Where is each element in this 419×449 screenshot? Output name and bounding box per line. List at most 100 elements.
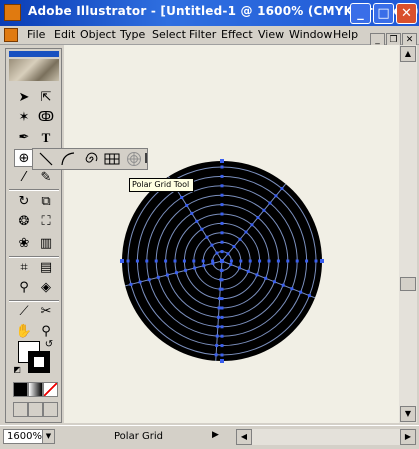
- stroke-swatch-inner: [34, 357, 44, 367]
- standard-screen-mode-button[interactable]: [13, 402, 28, 417]
- blend-tool-icon[interactable]: ◈: [36, 279, 56, 297]
- rotate-tool-icon[interactable]: ↻: [14, 193, 34, 211]
- symbol-sprayer-tool-icon[interactable]: ❀: [14, 235, 34, 253]
- vertical-scrollbar[interactable]: ▲ ▼: [399, 45, 417, 423]
- polar-grid-tool-icon[interactable]: [125, 151, 143, 167]
- eyedropper-tool-icon[interactable]: ⚲: [14, 279, 34, 297]
- anchor-point: [185, 203, 189, 207]
- zoom-dropdown-icon[interactable]: ▼: [42, 430, 54, 443]
- scale-tool-icon[interactable]: ⧉: [36, 193, 56, 211]
- gradient-mode-button[interactable]: [28, 382, 43, 397]
- polar-grid-artwork[interactable]: [64, 45, 399, 423]
- anchor-point: [274, 194, 278, 198]
- anchor-point: [220, 165, 224, 169]
- menu-filter[interactable]: Filter: [189, 28, 216, 41]
- swap-fill-stroke-icon[interactable]: ↺: [43, 339, 55, 351]
- full-screen-menu-mode-button[interactable]: [28, 402, 43, 417]
- paintbrush-tool-icon[interactable]: ⁄: [14, 169, 34, 187]
- maximize-button[interactable]: □: [373, 3, 394, 24]
- default-colors-icon[interactable]: ◩: [12, 365, 22, 375]
- anchor-point: [226, 252, 230, 256]
- menu-object[interactable]: Object: [80, 28, 116, 41]
- anchor-point: [220, 359, 224, 363]
- polar-grid-tool-icon[interactable]: ⊕: [14, 149, 34, 167]
- mesh-tool-icon[interactable]: ⌗: [14, 259, 34, 277]
- status-menu-arrow-icon[interactable]: ▶: [212, 430, 219, 440]
- vertical-scroll-thumb[interactable]: [400, 277, 416, 291]
- slice-tool-icon[interactable]: ⟋: [14, 303, 34, 321]
- warp-tool-icon[interactable]: ❂: [14, 213, 34, 231]
- anchor-point: [135, 259, 139, 263]
- anchor-point: [237, 266, 241, 270]
- menu-effect[interactable]: Effect: [221, 28, 253, 41]
- type-tool-icon[interactable]: T: [36, 129, 56, 147]
- horizontal-scrollbar[interactable]: ◀ ▶: [236, 429, 416, 445]
- anchor-point: [239, 259, 243, 263]
- scroll-up-button[interactable]: ▲: [400, 46, 416, 62]
- lasso-tool-icon[interactable]: ↂ: [36, 109, 56, 127]
- anchor-point: [138, 280, 142, 284]
- menu-help[interactable]: Help: [333, 28, 358, 41]
- full-screen-mode-button[interactable]: [43, 402, 58, 417]
- magic-wand-tool-icon[interactable]: ✶: [14, 109, 34, 127]
- zoom-level-field[interactable]: 1600% ▼: [3, 429, 55, 444]
- illustrator-app-icon[interactable]: [4, 4, 21, 21]
- anchor-point: [200, 227, 204, 231]
- close-button[interactable]: ✕: [396, 3, 417, 24]
- color-mode-button[interactable]: [13, 382, 28, 397]
- anchor-point: [220, 250, 224, 254]
- selection-tool-icon[interactable]: ➤: [14, 89, 34, 107]
- document-icon[interactable]: [4, 28, 18, 42]
- menu-window[interactable]: Window: [289, 28, 332, 41]
- zoom-level-value: 1600%: [7, 431, 42, 442]
- menu-view[interactable]: View: [258, 28, 284, 41]
- spiral-tool-icon[interactable]: [81, 151, 99, 167]
- toolbox-divider: [9, 189, 59, 191]
- anchor-point: [250, 223, 254, 227]
- arc-tool-icon[interactable]: [59, 151, 77, 167]
- toolbox-divider: [9, 256, 59, 258]
- stroke-swatch[interactable]: [28, 351, 50, 373]
- scroll-down-button[interactable]: ▼: [400, 406, 416, 422]
- free-transform-tool-icon[interactable]: ⛶: [36, 213, 56, 231]
- anchor-point: [299, 290, 303, 294]
- toolbox-header[interactable]: [9, 51, 59, 57]
- anchor-point: [267, 259, 271, 263]
- anchor-point: [307, 294, 311, 298]
- anchor-point: [219, 278, 223, 282]
- scroll-right-button[interactable]: ▶: [400, 429, 416, 445]
- scissors-tool-icon[interactable]: ✂: [36, 303, 56, 321]
- status-bar: 1600% ▼ Polar Grid ▶ ◀ ▶: [0, 425, 419, 449]
- anchor-point: [216, 315, 220, 319]
- anchor-point: [272, 280, 276, 284]
- line-segment-tool-icon[interactable]: [37, 151, 55, 167]
- minimize-button[interactable]: _: [350, 3, 371, 24]
- gradient-tool-icon[interactable]: ▤: [36, 259, 56, 277]
- menu-edit[interactable]: Edit: [54, 28, 75, 41]
- menu-select[interactable]: Select: [152, 28, 186, 41]
- anchor-point: [216, 325, 220, 329]
- scroll-left-button[interactable]: ◀: [236, 429, 252, 445]
- menu-type[interactable]: Type: [120, 28, 145, 41]
- hand-tool-icon[interactable]: ✋: [14, 323, 34, 341]
- menu-file[interactable]: File: [27, 28, 45, 41]
- document-canvas[interactable]: [64, 45, 399, 423]
- anchor-point: [218, 287, 222, 291]
- anchor-point: [190, 211, 194, 215]
- pen-tool-icon[interactable]: ✒: [14, 129, 34, 147]
- anchor-point: [262, 208, 266, 212]
- anchor-point: [220, 325, 224, 329]
- title-bar: Adobe Illustrator - [Untitled-1 @ 1600% …: [0, 0, 419, 26]
- anchor-point: [220, 193, 224, 197]
- anchor-point: [280, 187, 284, 191]
- anchor-point: [220, 344, 224, 348]
- menu-bar: File Edit Object Type Select Filter Effe…: [0, 26, 419, 48]
- none-mode-button[interactable]: [43, 382, 58, 397]
- flyout-tearoff-handle[interactable]: [145, 153, 147, 163]
- rectangular-grid-tool-icon[interactable]: [103, 151, 121, 167]
- pencil-tool-icon[interactable]: ✎: [36, 169, 56, 187]
- direct-selection-tool-icon[interactable]: ⇱: [36, 89, 56, 107]
- toolbox-divider: [9, 300, 59, 302]
- anchor-point: [258, 259, 262, 263]
- column-graph-tool-icon[interactable]: ▥: [36, 235, 56, 253]
